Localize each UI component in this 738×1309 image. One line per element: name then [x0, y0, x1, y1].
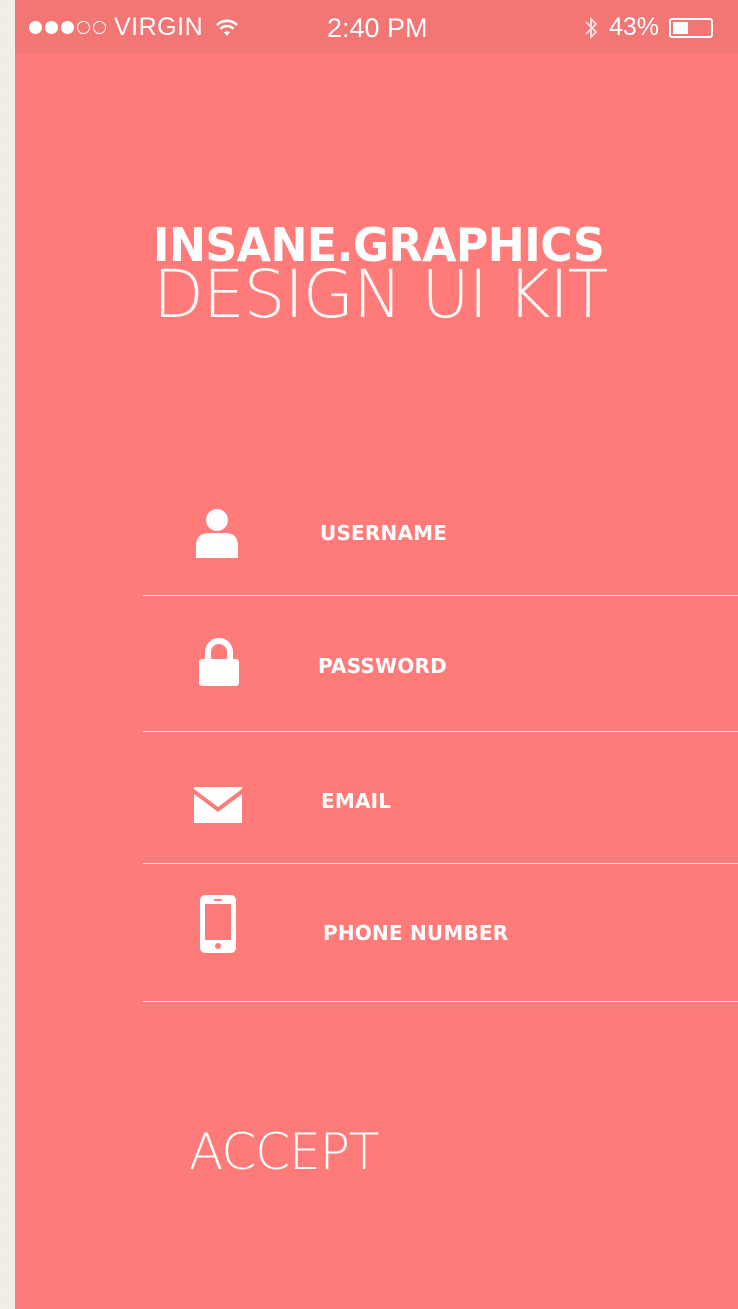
divider: [143, 1001, 738, 1002]
accept-button[interactable]: ACCEPT: [189, 1127, 379, 1177]
phone-screen: VIRGIN 2:40 PM 43% INSANE.GRAPHICS DESIG…: [15, 0, 738, 1309]
envelope-icon: [194, 787, 242, 823]
email-field[interactable]: EMAIL: [143, 756, 738, 856]
carrier-name: VIRGIN: [114, 13, 204, 41]
status-time: 2:40 PM: [327, 13, 428, 43]
battery-icon: [669, 17, 714, 38]
bluetooth-icon: [585, 16, 598, 39]
phone-number-label: PHONE NUMBER: [323, 921, 509, 945]
password-field[interactable]: PASSWORD: [143, 620, 738, 730]
brand-subtitle: DESIGN UI KIT: [153, 256, 608, 333]
status-bar: VIRGIN 2:40 PM 43%: [15, 0, 738, 54]
user-icon: [196, 509, 238, 558]
status-bar-right: 43%: [583, 13, 714, 42]
battery-level-fill: [673, 21, 689, 34]
email-label: EMAIL: [321, 789, 392, 813]
password-label: PASSWORD: [318, 654, 447, 678]
status-bar-left: VIRGIN: [29, 13, 239, 42]
phone-icon: [200, 895, 236, 953]
phone-number-field[interactable]: PHONE NUMBER: [143, 880, 738, 995]
lock-icon: [199, 638, 239, 686]
divider: [143, 731, 738, 732]
username-field[interactable]: USERNAME: [143, 490, 738, 590]
divider: [143, 595, 738, 596]
username-label: USERNAME: [320, 521, 448, 545]
signal-strength-icon: [29, 21, 106, 34]
wifi-icon: [216, 19, 239, 36]
divider: [143, 863, 738, 864]
battery-percent: 43%: [609, 13, 660, 41]
